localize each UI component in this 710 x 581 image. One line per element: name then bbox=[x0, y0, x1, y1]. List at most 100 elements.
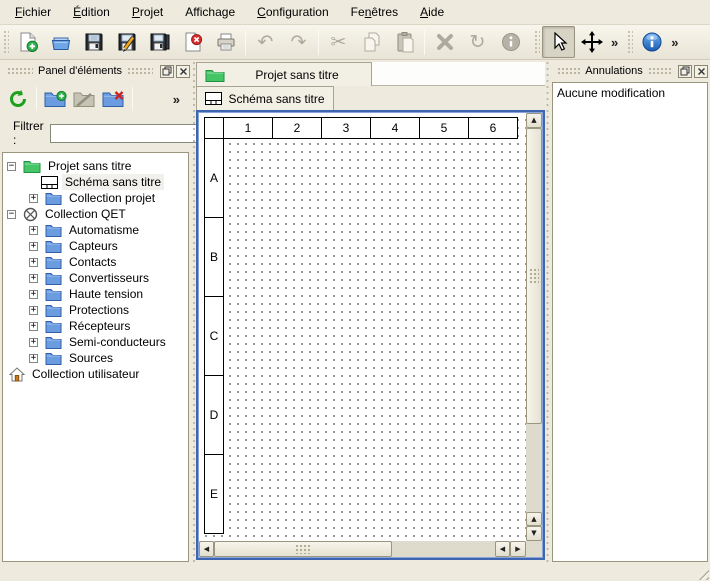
folder-icon bbox=[45, 256, 62, 269]
new-project-button[interactable] bbox=[11, 26, 44, 58]
scroll-up-button[interactable]: ▲ bbox=[526, 113, 542, 128]
edit-category-button[interactable] bbox=[70, 85, 99, 114]
save-all-button[interactable] bbox=[143, 26, 176, 58]
undo-history-list[interactable]: Aucune modification bbox=[552, 82, 708, 562]
expand-toggle[interactable]: + bbox=[29, 258, 38, 267]
toolbar-overflow-chevron[interactable]: » bbox=[608, 36, 621, 49]
horizontal-scroll-thumb[interactable] bbox=[214, 541, 392, 557]
paste-button[interactable] bbox=[388, 26, 421, 58]
menu-fenetres[interactable]: Fenêtres bbox=[340, 1, 409, 23]
expand-toggle[interactable]: + bbox=[29, 338, 38, 347]
menu-edition[interactable]: Édition bbox=[62, 1, 121, 23]
tab-schema[interactable]: Schéma sans titre bbox=[196, 86, 334, 110]
save-as-button[interactable] bbox=[110, 26, 143, 58]
info-blue-icon bbox=[641, 31, 663, 53]
delete-category-button[interactable] bbox=[99, 85, 128, 114]
expand-toggle[interactable]: + bbox=[29, 290, 38, 299]
selection-mode-button[interactable] bbox=[542, 26, 575, 58]
rotate-button[interactable]: ↻ bbox=[461, 26, 494, 58]
open-button[interactable] bbox=[44, 26, 77, 58]
close-panel-button[interactable] bbox=[176, 65, 190, 78]
tree-item-sources[interactable]: +Sources bbox=[3, 350, 188, 366]
diagram-canvas[interactable]: 123456 ABCDE bbox=[199, 113, 526, 541]
collapse-toggle[interactable]: − bbox=[7, 162, 16, 171]
resize-grip[interactable] bbox=[695, 566, 709, 580]
folder-icon bbox=[45, 352, 62, 365]
horizontal-scrollbar[interactable]: ◀ ◀ ▶ bbox=[199, 541, 526, 557]
undo-history-item[interactable]: Aucune modification bbox=[554, 84, 706, 102]
expand-toggle[interactable]: + bbox=[29, 306, 38, 315]
tree-item-contacts[interactable]: +Contacts bbox=[3, 254, 188, 270]
undo-button[interactable]: ↶ bbox=[249, 26, 282, 58]
tree-item-convertisseurs[interactable]: +Convertisseurs bbox=[3, 270, 188, 286]
vertical-scrollbar[interactable]: ▲ ▲ ▼ bbox=[526, 113, 542, 541]
expand-toggle[interactable]: + bbox=[29, 242, 38, 251]
close-file-button[interactable] bbox=[176, 26, 209, 58]
save-icon bbox=[83, 31, 105, 53]
menu-affichage[interactable]: Affichage bbox=[174, 1, 246, 23]
toolbar-drag-handle[interactable] bbox=[533, 29, 540, 55]
grid-column-header: 2 bbox=[272, 117, 322, 139]
expand-toggle[interactable]: + bbox=[29, 226, 38, 235]
dock-drag-dots bbox=[7, 67, 33, 75]
reload-collections-button[interactable] bbox=[3, 85, 32, 114]
copy-button[interactable] bbox=[355, 26, 388, 58]
float-panel-button[interactable] bbox=[678, 65, 692, 78]
expand-toggle[interactable]: + bbox=[29, 194, 38, 203]
pan-mode-button[interactable] bbox=[575, 26, 608, 58]
tree-item-protections[interactable]: +Protections bbox=[3, 302, 188, 318]
undo-dock-titlebar[interactable]: Annulations bbox=[552, 62, 708, 80]
move-arrows-icon bbox=[581, 31, 603, 53]
close-panel-button[interactable] bbox=[694, 65, 708, 78]
tree-item-collection-projet[interactable]: +Collection projet bbox=[3, 190, 188, 206]
grid-column-header: 6 bbox=[468, 117, 518, 139]
toolbar-drag-handle[interactable] bbox=[626, 29, 633, 55]
tree-item-schema-sans-titre[interactable]: Schéma sans titre bbox=[3, 174, 188, 190]
collapse-toggle[interactable]: − bbox=[7, 210, 16, 219]
menu-projet[interactable]: Projet bbox=[121, 1, 174, 23]
scroll-left-button[interactable]: ◀ bbox=[495, 541, 510, 557]
elements-panel-titlebar[interactable]: Panel d'éléments bbox=[2, 62, 190, 80]
toolbar-overflow-chevron[interactable]: » bbox=[668, 36, 681, 49]
new-category-button[interactable] bbox=[41, 85, 70, 114]
tree-item-automatisme[interactable]: +Automatisme bbox=[3, 222, 188, 238]
expand-toggle[interactable]: + bbox=[29, 322, 38, 331]
undo-dock-title: Annulations bbox=[585, 65, 643, 77]
scroll-down-button[interactable]: ▼ bbox=[526, 526, 542, 541]
scroll-right-button[interactable]: ▶ bbox=[510, 541, 526, 557]
scroll-left-button[interactable]: ◀ bbox=[199, 541, 214, 557]
expand-toggle[interactable]: + bbox=[29, 274, 38, 283]
tree-item-haute-tension[interactable]: +Haute tension bbox=[3, 286, 188, 302]
redo-button[interactable]: ↷ bbox=[282, 26, 315, 58]
float-panel-button[interactable] bbox=[160, 65, 174, 78]
filter-input[interactable] bbox=[50, 124, 213, 143]
tree-item-collection-utilisateur[interactable]: Collection utilisateur bbox=[3, 366, 188, 382]
menu-fichier[interactable]: Fichier bbox=[4, 1, 62, 23]
cut-button[interactable]: ✂ bbox=[322, 26, 355, 58]
tree-item-collection-qet[interactable]: −Collection QET bbox=[3, 206, 188, 222]
tree-item-label: Collection utilisateur bbox=[29, 366, 142, 382]
menu-configuration[interactable]: Configuration bbox=[246, 1, 340, 23]
tab-project[interactable]: Projet sans titre bbox=[196, 62, 372, 86]
grid-corner-cell bbox=[204, 117, 224, 139]
tree-item-semi-conducteurs[interactable]: +Semi-conducteurs bbox=[3, 334, 188, 350]
delete-button[interactable] bbox=[428, 26, 461, 58]
scroll-up-button[interactable]: ▲ bbox=[526, 512, 542, 526]
menu-aide[interactable]: Aide bbox=[409, 1, 455, 23]
tree-item-label: Projet sans titre bbox=[45, 158, 134, 174]
restore-icon bbox=[680, 66, 690, 76]
toolbar-drag-handle[interactable] bbox=[2, 29, 9, 55]
tree-item-recepteurs[interactable]: +Récepteurs bbox=[3, 318, 188, 334]
tree-item-projet-sans-titre[interactable]: − Projet sans titre bbox=[3, 158, 188, 174]
vertical-scroll-thumb[interactable] bbox=[526, 128, 542, 424]
save-button[interactable] bbox=[77, 26, 110, 58]
project-folder-icon bbox=[23, 160, 41, 173]
print-button[interactable] bbox=[209, 26, 242, 58]
panel-overflow-chevron[interactable]: » bbox=[170, 93, 183, 106]
element-info-button[interactable] bbox=[494, 26, 527, 58]
dock-drag-dots bbox=[557, 67, 580, 75]
grid-column-header: 4 bbox=[370, 117, 420, 139]
expand-toggle[interactable]: + bbox=[29, 354, 38, 363]
tree-item-capteurs[interactable]: +Capteurs bbox=[3, 238, 188, 254]
project-info-button[interactable] bbox=[635, 26, 668, 58]
